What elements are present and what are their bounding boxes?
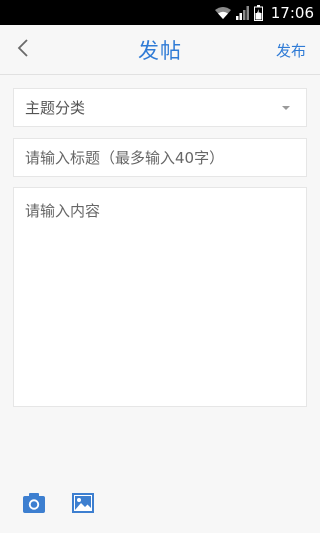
signal-icon xyxy=(235,5,250,20)
camera-button[interactable] xyxy=(22,492,46,514)
battery-charging-icon xyxy=(253,4,263,21)
image-button[interactable] xyxy=(71,492,95,514)
dropdown-arrow-icon xyxy=(282,106,290,110)
page-title: 发帖 xyxy=(138,39,182,63)
category-label: 主题分类 xyxy=(25,99,86,117)
camera-icon xyxy=(22,493,46,518)
image-icon xyxy=(71,493,95,518)
chevron-left-icon xyxy=(17,38,29,62)
status-bar: 17:06 xyxy=(0,0,320,25)
wifi-icon xyxy=(214,6,232,20)
title-input[interactable] xyxy=(13,138,307,177)
back-button[interactable] xyxy=(8,35,38,65)
nav-bar: 发帖 发布 xyxy=(0,25,320,75)
content-input[interactable] xyxy=(13,187,307,407)
clock: 17:06 xyxy=(270,3,314,22)
category-select[interactable]: 主题分类 xyxy=(13,88,307,127)
publish-button[interactable]: 发布 xyxy=(276,25,306,75)
